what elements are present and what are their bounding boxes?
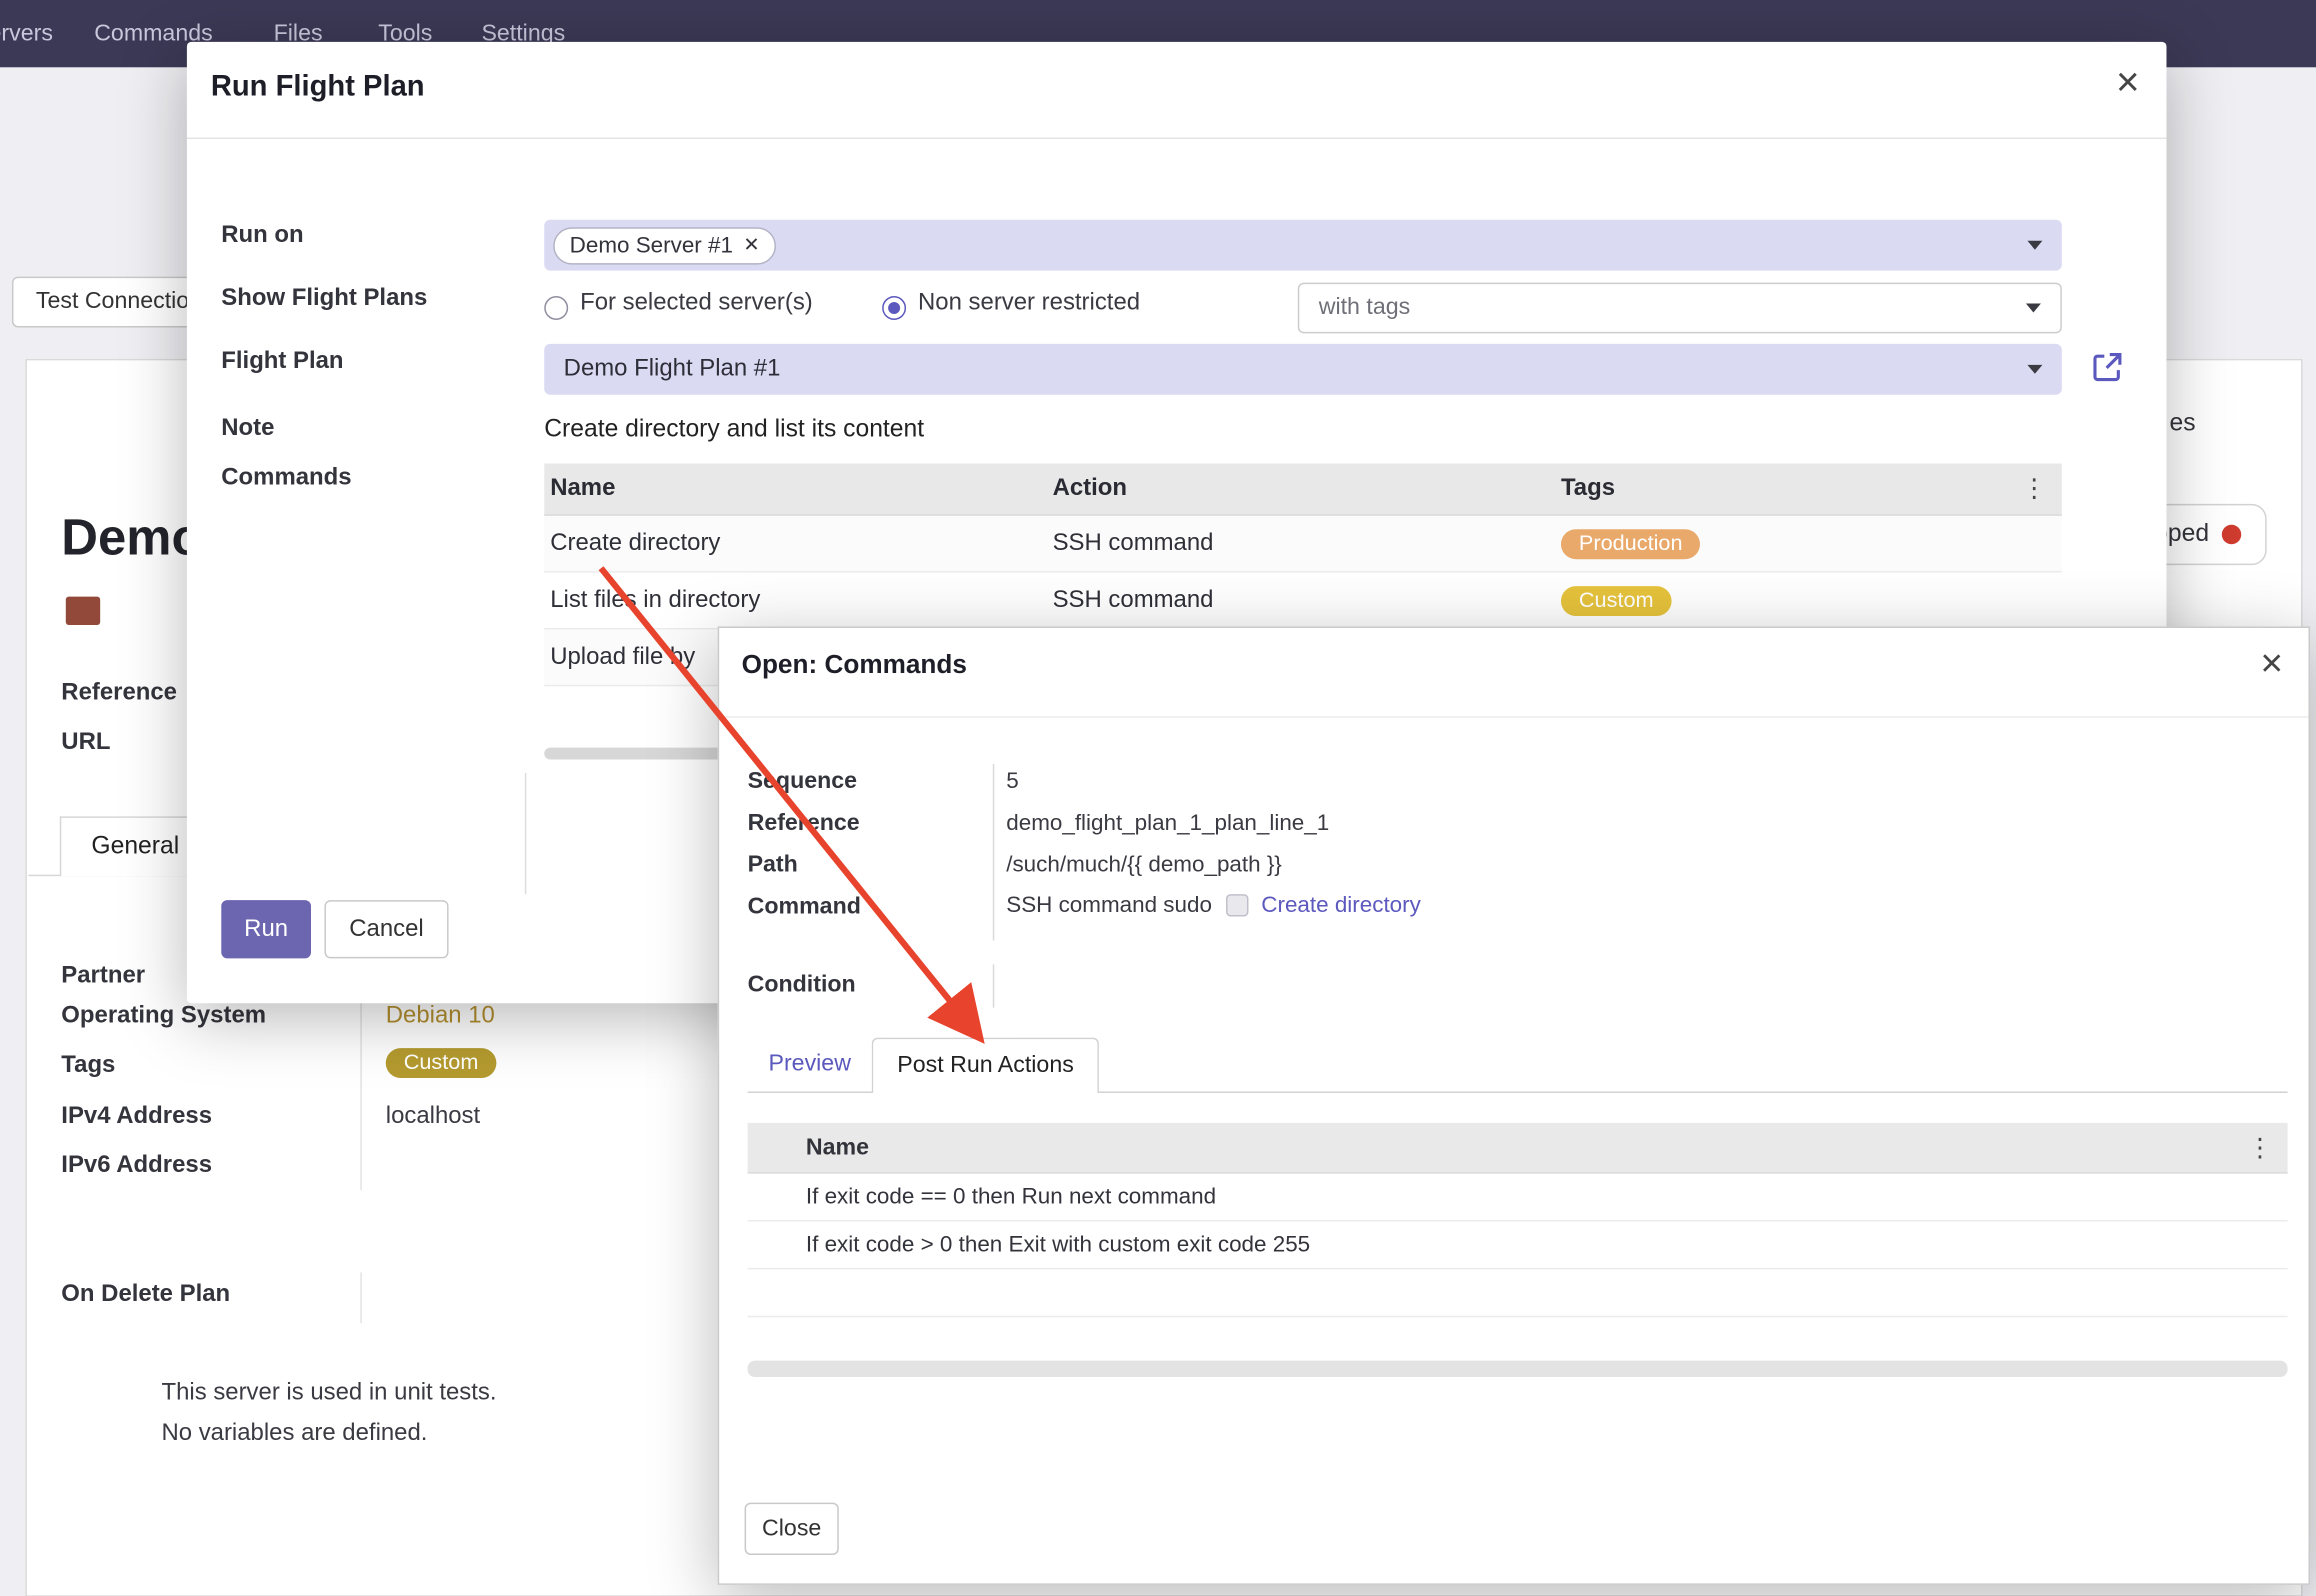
sequence-value: 5: [1006, 769, 1018, 794]
ipv4-value: localhost: [386, 1103, 480, 1130]
with-tags-select[interactable]: with tags: [1298, 283, 2062, 334]
radio-non-server-restricted-label[interactable]: Non server restricted: [918, 290, 1140, 317]
ipv4-label: IPv4 Address: [61, 1103, 212, 1130]
table-header-row: Name ⋮: [748, 1123, 2288, 1174]
screenshot-root: Servers Commands Files Tools Settings Te…: [0, 0, 2316, 1596]
command-link[interactable]: Create directory: [1261, 893, 1421, 918]
open-commands-modal: Open: Commands × Sequence Reference Path…: [718, 626, 2310, 1584]
commands-label: Commands: [221, 465, 351, 492]
unit-test-note-line1: This server is used in unit tests.: [161, 1380, 496, 1407]
plan-description: Create directory and list its content: [544, 416, 924, 444]
field-separator: [993, 964, 994, 1007]
tab-preview[interactable]: Preview: [748, 1038, 872, 1092]
field-separator: [525, 773, 526, 894]
header-divider: [719, 716, 2308, 717]
with-tags-placeholder: with tags: [1299, 295, 1410, 322]
column-header-action[interactable]: Action: [1053, 475, 1561, 502]
notebook-tabs: Preview Post Run Actions: [748, 1038, 2288, 1093]
table-row[interactable]: List files in directory SSH command Cust…: [544, 573, 2062, 630]
command-label: Command: [748, 894, 861, 921]
tag-badge-production: Production: [1561, 529, 1701, 559]
condition-label: Condition: [748, 972, 856, 999]
unit-test-note-line2: No variables are defined.: [161, 1420, 427, 1447]
run-on-select[interactable]: Demo Server #1 ✕: [544, 220, 2062, 271]
top-right-truncated-text: es: [2169, 410, 2195, 438]
radio-for-selected-servers-label[interactable]: For selected server(s): [580, 290, 813, 317]
page-title: Demo: [61, 510, 202, 568]
table-row[interactable]: If exit code > 0 then Exit with custom e…: [748, 1222, 2288, 1270]
show-flight-plans-label: Show Flight Plans: [221, 286, 427, 313]
partner-label: Partner: [61, 963, 145, 990]
color-swatch[interactable]: [66, 597, 100, 625]
sudo-checkbox[interactable]: [1225, 894, 1247, 916]
cancel-button[interactable]: Cancel: [324, 900, 448, 958]
cell-name: Create directory: [544, 530, 1052, 557]
nav-item-servers[interactable]: Servers: [0, 0, 53, 67]
column-options-icon[interactable]: ⋮: [2021, 474, 2046, 504]
status-dot-icon: [2223, 525, 2242, 544]
column-options-icon[interactable]: ⋮: [2247, 1133, 2272, 1163]
column-header-name[interactable]: Name: [544, 475, 1052, 502]
chevron-down-icon: [2027, 241, 2042, 250]
ipv6-label: IPv6 Address: [61, 1153, 212, 1180]
cell-name: If exit code == 0 then Run next command: [806, 1184, 1216, 1209]
radio-for-selected-servers[interactable]: [544, 296, 568, 320]
close-button[interactable]: Close: [745, 1503, 839, 1555]
horizontal-scrollbar[interactable]: [748, 1361, 2288, 1377]
column-header-tags[interactable]: Tags: [1561, 475, 1615, 502]
url-label: URL: [61, 730, 110, 757]
sequence-label: Sequence: [748, 769, 857, 796]
reference-label: Reference: [61, 680, 177, 707]
operating-system-value[interactable]: Debian 10: [386, 1003, 495, 1030]
flight-plan-value: Demo Flight Plan #1: [544, 356, 780, 383]
close-icon[interactable]: ×: [2260, 643, 2283, 682]
tags-label: Tags: [61, 1053, 115, 1080]
table-row[interactable]: Create directory SSH command Production: [544, 516, 2062, 573]
table-row[interactable]: If exit code == 0 then Run next command: [748, 1174, 2288, 1222]
cell-name: List files in directory: [544, 587, 1052, 614]
flight-plan-select[interactable]: Demo Flight Plan #1: [544, 344, 2062, 395]
path-label: Path: [748, 852, 798, 879]
cell-name: If exit code > 0 then Exit with custom e…: [806, 1232, 1310, 1257]
chip-remove-icon[interactable]: ✕: [743, 233, 759, 257]
chevron-down-icon: [2026, 304, 2041, 313]
chevron-down-icon: [2027, 365, 2042, 374]
header-divider: [187, 138, 2167, 139]
reference-value: demo_flight_plan_1_plan_line_1: [1006, 810, 1329, 835]
cell-action: SSH command: [1053, 530, 1561, 557]
command-row: SSH command sudo Create directory: [1006, 893, 1421, 918]
run-button[interactable]: Run: [221, 900, 311, 958]
path-value: /such/much/{{ demo_path }}: [1006, 852, 1282, 877]
tag-badge-custom: Custom: [1561, 585, 1672, 615]
app-stage: Servers Commands Files Tools Settings Te…: [0, 0, 2316, 1596]
radio-non-server-restricted[interactable]: [882, 296, 906, 320]
external-link-icon[interactable]: [2089, 348, 2126, 385]
table-header-row: Name Action Tags ⋮: [544, 463, 2062, 515]
on-delete-plan-label: On Delete Plan: [61, 1281, 230, 1308]
post-run-actions-table: Name ⋮ If exit code == 0 then Run next c…: [748, 1123, 2288, 1317]
tag-badge-custom[interactable]: Custom: [386, 1048, 497, 1078]
run-on-label: Run on: [221, 223, 303, 250]
close-icon[interactable]: ×: [2116, 63, 2140, 103]
cell-action: SSH command: [1053, 587, 1561, 614]
modal-title: Open: Commands: [742, 649, 967, 680]
note-label: Note: [221, 416, 274, 443]
server-chip-label: Demo Server #1: [570, 232, 733, 257]
field-separator: [360, 1272, 361, 1323]
operating-system-label: Operating System: [61, 1003, 266, 1030]
command-value: SSH command sudo: [1006, 893, 1212, 918]
tab-post-run-actions[interactable]: Post Run Actions: [872, 1038, 1099, 1093]
empty-table-row: [748, 1269, 2288, 1317]
reference-label: Reference: [748, 810, 860, 837]
column-header-name[interactable]: Name: [806, 1134, 869, 1161]
modal-title: Run Flight Plan: [211, 70, 425, 104]
server-chip[interactable]: Demo Server #1 ✕: [553, 227, 776, 264]
flight-plan-label: Flight Plan: [221, 348, 343, 375]
field-separator: [993, 764, 994, 940]
